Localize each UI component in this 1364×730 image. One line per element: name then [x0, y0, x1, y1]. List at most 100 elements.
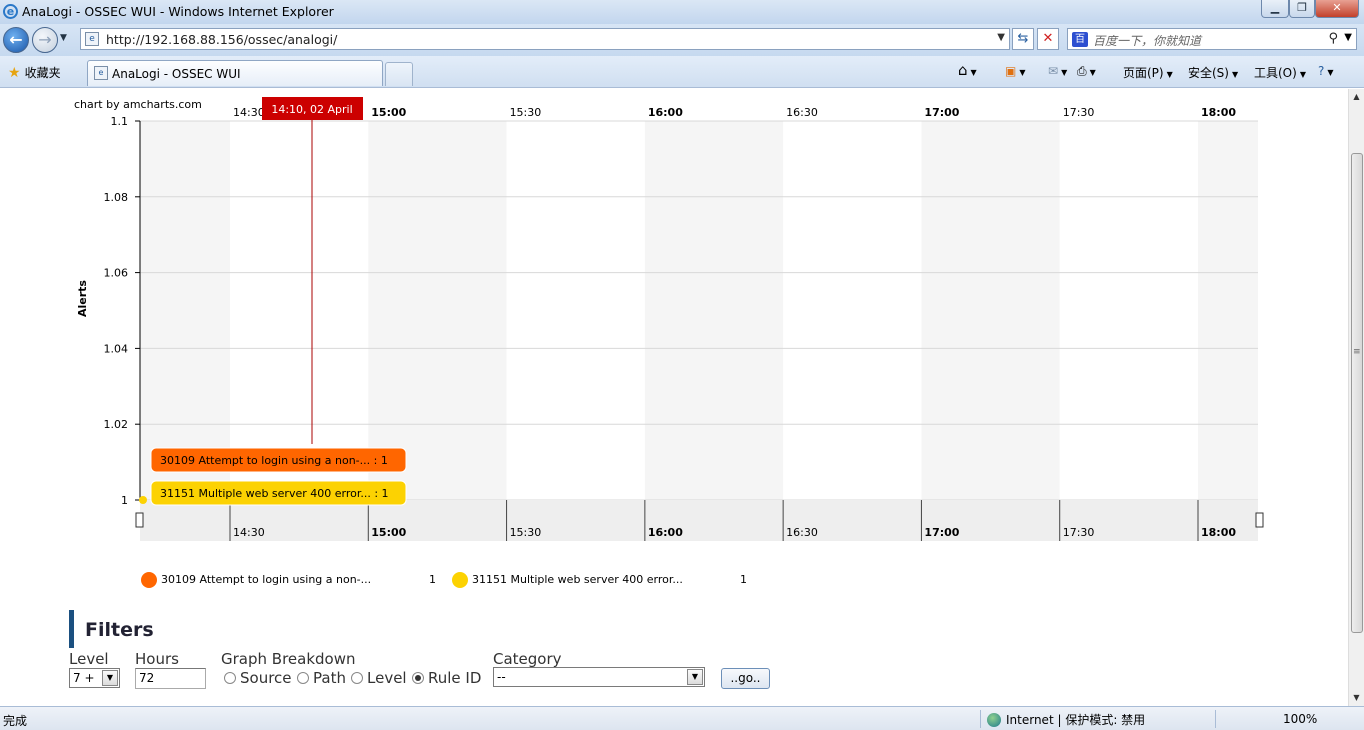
feeds-icon[interactable]: ▣ ▼ [1005, 64, 1026, 78]
stop-icon[interactable]: ✕ [1037, 28, 1059, 50]
hours-input[interactable]: 72 [135, 668, 206, 689]
close-window-button[interactable]: ✕ [1315, 0, 1359, 18]
status-separator [980, 710, 981, 728]
legend-value-31151: 1 [740, 573, 747, 586]
scroll-down-icon[interactable]: ▼ [1349, 690, 1364, 706]
zoom-level[interactable]: 100% [1283, 712, 1317, 726]
status-separator [1215, 710, 1216, 728]
plot-band [783, 121, 922, 500]
tools-menu[interactable]: 工具(O) ▼ [1254, 64, 1306, 81]
print-icon[interactable]: ⎙ ▼ [1077, 64, 1096, 79]
y-tick-label: 1 [121, 494, 128, 507]
x-tick-label-bottom: 16:00 [648, 526, 683, 539]
safety-menu-label: 安全(S) [1188, 66, 1229, 80]
go-button[interactable]: ..go.. [721, 668, 770, 689]
tab-title: AnaLogi - OSSEC WUI [112, 67, 241, 81]
radio-path-label: Path [313, 669, 346, 687]
radio-path-circle[interactable] [297, 672, 309, 684]
x-tick-label-bottom: 15:30 [510, 526, 542, 539]
tab-analogi[interactable]: e AnaLogi - OSSEC WUI [87, 60, 383, 86]
x-tick-label-bottom: 16:30 [786, 526, 818, 539]
vertical-scrollbar[interactable]: ▲ ≡ ▼ [1348, 89, 1364, 706]
y-tick-label: 1.06 [104, 267, 129, 280]
search-icon[interactable]: ⚲ [1328, 31, 1338, 46]
x-tick-label-top: 15:30 [510, 106, 542, 119]
radio-rule-id[interactable]: Rule ID [412, 669, 481, 687]
zone-label: Internet | 保护模式: 禁用 [1006, 713, 1146, 727]
security-zone[interactable]: Internet | 保护模式: 禁用 [987, 711, 1145, 728]
alerts-chart: chart by amcharts.com Alerts 1.1 1.08 1.06… [0, 89, 1348, 589]
baidu-icon: 百 [1072, 32, 1088, 47]
category-select-value: -- [497, 670, 506, 684]
radio-rule-id-circle[interactable] [412, 672, 424, 684]
radio-rule-id-label: Rule ID [428, 669, 482, 687]
hours-label: Hours [135, 650, 179, 668]
legend-label-30109[interactable]: 30109 Attempt to login using a non-... [161, 573, 371, 586]
level-select[interactable]: 7 + ▼ [69, 668, 120, 688]
radio-path[interactable]: Path [297, 669, 346, 687]
y-tick-label: 1.1 [111, 115, 129, 128]
tab-row: ★ 收藏夹 e AnaLogi - OSSEC WUI ⌂ ▼ ▣ ▼ ✉ ▼ ⎙ ▼ 页… [0, 56, 1364, 88]
category-select[interactable]: -- ▼ [493, 667, 705, 687]
x-tick-label-bottom: 17:00 [924, 526, 959, 539]
new-tab-button[interactable] [385, 62, 413, 86]
home-icon[interactable]: ⌂ ▼ [958, 61, 977, 79]
help-icon[interactable]: ? ▼ [1318, 64, 1334, 78]
address-bar-row: ← → ▼ e http://192.168.88.156/ossec/anal… [0, 24, 1364, 56]
radio-level-label: Level [367, 669, 407, 687]
level-select-value: 7 + [73, 671, 95, 685]
history-dropdown-icon[interactable]: ▼ [60, 33, 67, 43]
address-url[interactable]: http://192.168.88.156/ossec/analogi/ [106, 32, 337, 47]
legend-marker-30109[interactable] [141, 572, 157, 588]
legend-label-31151[interactable]: 31151 Multiple web server 400 error... [472, 573, 683, 586]
favorites-button[interactable]: ★ 收藏夹 [8, 64, 61, 81]
forward-button[interactable]: → [32, 27, 58, 53]
x-tick-label-bottom: 15:00 [371, 526, 406, 539]
data-point [139, 496, 147, 504]
legend-marker-31151[interactable] [452, 572, 468, 588]
x-tick-label-top: 16:30 [786, 106, 818, 119]
page-icon: e [85, 32, 99, 46]
x-tick-label-bottom: 14:30 [233, 526, 265, 539]
radio-source[interactable]: Source [224, 669, 292, 687]
graph-breakdown-label: Graph Breakdown [221, 650, 356, 668]
window-title: AnaLogi - OSSEC WUI - Windows Internet E… [22, 4, 334, 19]
x-tick-label-top: 17:00 [924, 106, 959, 119]
scroll-grip-icon: ≡ [1353, 347, 1361, 357]
tools-menu-label: 工具(O) [1254, 66, 1297, 80]
filters-title: Filters [85, 619, 154, 641]
minimize-button[interactable]: ▁ [1261, 0, 1289, 18]
radio-level[interactable]: Level [351, 669, 407, 687]
safety-menu[interactable]: 安全(S) ▼ [1188, 64, 1238, 81]
plot-band [1059, 121, 1198, 500]
x-tick-label-top: 15:00 [371, 106, 406, 119]
search-placeholder[interactable]: 百度一下，你就知道 [1093, 32, 1201, 49]
search-dropdown-icon[interactable]: ▼ [1344, 32, 1352, 43]
legend-value-30109: 1 [429, 573, 436, 586]
plot-band [1198, 121, 1258, 500]
mail-icon[interactable]: ✉ ▼ [1048, 64, 1067, 78]
x-tick-label-top: 14:30 [233, 106, 265, 119]
chevron-down-icon[interactable]: ▼ [687, 669, 703, 685]
scrollbar-thumb[interactable] [1351, 153, 1363, 633]
refresh-icon[interactable]: ⇆ [1012, 28, 1034, 50]
series-balloon-label: 31151 Multiple web server 400 error... :… [160, 487, 389, 500]
scroll-up-icon[interactable]: ▲ [1349, 89, 1364, 105]
page-menu-label: 页面(P) [1123, 66, 1164, 80]
radio-source-circle[interactable] [224, 672, 236, 684]
maximize-button[interactable]: ❐ [1289, 0, 1315, 18]
title-bar: e AnaLogi - OSSEC WUI - Windows Internet… [0, 0, 1364, 24]
y-tick-label: 1.04 [104, 342, 129, 355]
plot-band [506, 121, 645, 500]
category-label: Category [493, 650, 562, 668]
address-dropdown-icon[interactable]: ▼ [997, 32, 1005, 43]
page-menu[interactable]: 页面(P) ▼ [1123, 64, 1173, 81]
search-field[interactable]: 百 百度一下，你就知道 ⚲ ▼ [1067, 28, 1357, 50]
x-tick-label-top: 16:00 [648, 106, 683, 119]
chevron-down-icon[interactable]: ▼ [102, 670, 118, 686]
address-field[interactable]: e http://192.168.88.156/ossec/analogi/ ▼ [80, 28, 1010, 50]
radio-level-circle[interactable] [351, 672, 363, 684]
ie-logo-icon: e [3, 4, 18, 19]
back-button[interactable]: ← [3, 27, 29, 53]
favorites-star-icon: ★ [8, 65, 21, 81]
